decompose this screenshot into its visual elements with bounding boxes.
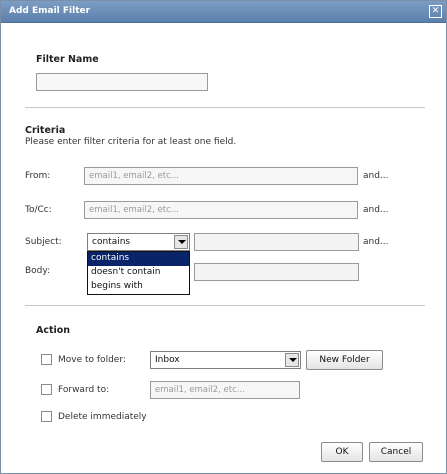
forward-to-input[interactable]: email1, email2, etc... [150,381,300,399]
new-folder-button[interactable]: New Folder [306,350,383,370]
subject-and-label: and... [363,237,389,247]
divider [25,107,425,108]
from-input[interactable]: email1, email2, etc... [84,167,358,185]
ok-button[interactable]: OK [321,442,363,462]
close-button[interactable]: ✕ [429,5,442,18]
divider [25,305,425,306]
add-email-filter-dialog: Add Email Filter ✕ Filter Name Criteria … [0,0,447,474]
move-to-folder-label: Move to folder: [58,355,126,365]
chevron-down-icon[interactable] [174,235,188,249]
subject-input[interactable] [194,233,359,251]
dialog-title: Add Email Filter [9,6,91,16]
cancel-button[interactable]: Cancel [369,442,423,462]
criteria-heading: Criteria [25,125,66,136]
folder-select-value: Inbox [155,355,180,365]
move-to-folder-checkbox[interactable] [41,354,52,365]
filter-name-input[interactable] [36,73,208,91]
subject-operator-value: contains [92,237,131,247]
operator-option-contains[interactable]: contains [88,252,189,266]
delete-immediately-label: Delete immediately [58,412,147,422]
forward-to-label: Forward to: [58,385,110,395]
operator-option-doesnt-contain[interactable]: doesn't contain [88,266,189,280]
folder-select[interactable]: Inbox [150,351,301,369]
from-label: From: [25,171,51,181]
dialog-titlebar: Add Email Filter ✕ [1,1,446,23]
subject-label: Subject: [25,237,62,247]
delete-immediately-checkbox[interactable] [41,411,52,422]
from-and-label: and... [363,171,389,181]
operator-option-begins-with[interactable]: begins with [88,280,189,294]
filter-name-heading: Filter Name [36,54,99,65]
body-label: Body: [25,266,51,276]
close-icon: ✕ [431,6,440,16]
criteria-instructions: Please enter filter criteria for at leas… [25,137,237,147]
forward-to-checkbox[interactable] [41,384,52,395]
body-input[interactable] [194,263,359,281]
subject-operator-select[interactable]: contains [87,233,190,251]
to-cc-and-label: and... [363,205,389,215]
to-cc-label: To/Cc: [25,205,52,215]
action-heading: Action [36,325,71,336]
to-cc-input[interactable]: email1, email2, etc... [84,201,358,219]
operator-dropdown-list: contains doesn't contain begins with [87,251,190,295]
chevron-down-icon[interactable] [285,353,299,367]
